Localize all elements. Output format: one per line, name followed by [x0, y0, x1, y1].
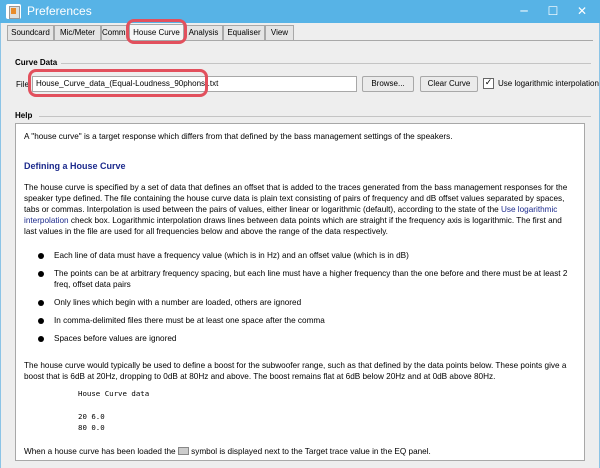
house-curve-symbol-icon: [177, 446, 189, 455]
minimize-button[interactable]: ─: [510, 0, 538, 23]
list-item: Each line of data must have a frequency …: [54, 251, 409, 260]
help-footer-text-b: symbol is displayed next to the Target t…: [188, 447, 431, 456]
window-title: Preferences: [27, 4, 92, 18]
file-path-input[interactable]: House_Curve_data_(Equal-Loudness_90phons…: [32, 76, 357, 92]
tab-soundcard[interactable]: Soundcard: [7, 25, 54, 40]
log-interpolation-label: Use logarithmic interpolation: [498, 79, 599, 88]
close-button[interactable]: ✕: [568, 0, 596, 23]
list-item: The points can be at arbitrary frequency…: [54, 269, 568, 289]
list-item: Spaces before values are ignored: [54, 334, 177, 343]
tab-mic-meter[interactable]: Mic/Meter: [54, 25, 101, 40]
help-footer-text-a: When a house curve has been loaded the: [24, 447, 178, 456]
tab-house-curve[interactable]: House Curve: [129, 24, 184, 41]
file-label: File: [16, 80, 29, 89]
help-divider: [39, 116, 591, 117]
help-footer: When a house curve has been loaded the s…: [24, 446, 576, 457]
tab-view[interactable]: View: [265, 25, 294, 40]
preferences-panel: Soundcard Mic/Meter Comms House Curve An…: [0, 19, 600, 468]
help-paragraph-2: The house curve would typically be used …: [24, 361, 567, 381]
tab-analysis[interactable]: Analysis: [184, 25, 223, 40]
title-bar: Preferences ─ ☐ ✕: [0, 0, 600, 23]
list-item: In comma-delimited files there must be a…: [54, 316, 325, 325]
help-text-panel[interactable]: A "house curve" is a target response whi…: [15, 123, 585, 461]
bullet-icon: [38, 300, 44, 306]
curve-data-title: Curve Data: [15, 58, 58, 67]
tab-comms[interactable]: Comms: [101, 25, 130, 40]
bullet-icon: [38, 271, 44, 277]
help-paragraph-1-text-b: check box. Logarithmic interpolation dra…: [24, 216, 562, 236]
app-icon: [6, 4, 21, 19]
browse-button[interactable]: Browse...: [362, 76, 414, 92]
code-line: 20 6.0: [78, 412, 105, 421]
list-item: Only lines which begin with a number are…: [54, 298, 302, 307]
log-interpolation-checkbox[interactable]: ✓: [483, 78, 494, 89]
curve-data-divider: [61, 63, 591, 64]
maximize-button[interactable]: ☐: [539, 0, 567, 23]
code-line: 80 0.0: [78, 423, 105, 432]
help-paragraph-1: The house curve is specified by a set of…: [24, 182, 576, 237]
bullet-icon: [38, 336, 44, 342]
bullet-icon: [38, 318, 44, 324]
tab-equaliser[interactable]: Equaliser: [223, 25, 265, 40]
code-title: House Curve data: [78, 389, 150, 398]
help-heading: Defining a House Curve: [24, 161, 126, 171]
help-title: Help: [15, 111, 33, 120]
help-paragraph-1-text-a: The house curve is specified by a set of…: [24, 183, 568, 214]
bullet-icon: [38, 253, 44, 259]
help-intro: A "house curve" is a target response whi…: [24, 132, 453, 141]
tab-divider: [7, 40, 593, 41]
clear-curve-button[interactable]: Clear Curve: [420, 76, 478, 92]
